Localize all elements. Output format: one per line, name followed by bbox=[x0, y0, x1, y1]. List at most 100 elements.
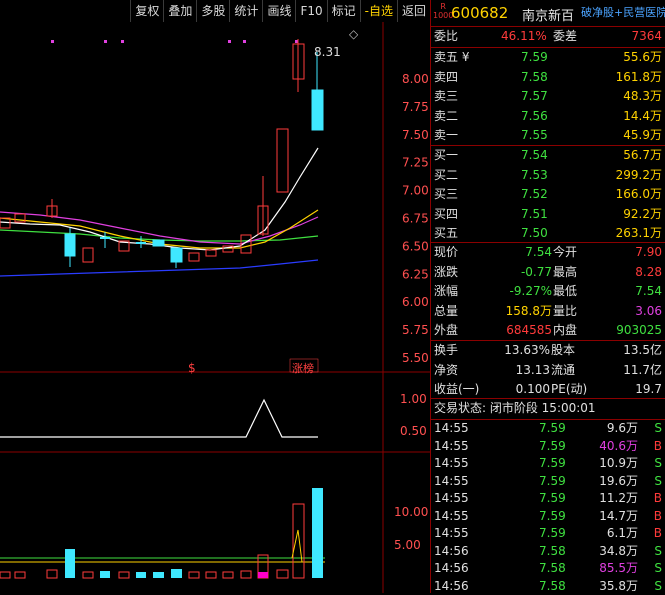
quote-value: 7.54 bbox=[635, 284, 662, 298]
toolbar-8[interactable]: 返回 bbox=[396, 0, 430, 22]
toolbar-4[interactable]: 画线 bbox=[262, 0, 295, 22]
tick-price: 7.58 bbox=[539, 578, 566, 593]
zhangbang-tag: 涨榜 bbox=[292, 361, 314, 375]
ask-row: 卖一 7.55 45.9万 bbox=[431, 126, 665, 145]
ask-price: 7.55 bbox=[521, 128, 548, 142]
price-tick: 7.75 bbox=[402, 100, 429, 114]
tick-side: S bbox=[654, 473, 662, 488]
tick-volume: 40.6万 bbox=[599, 438, 638, 453]
bid-volume: 92.2万 bbox=[623, 206, 662, 221]
toolbar-5[interactable]: F10 bbox=[295, 0, 326, 22]
bid-row: 买二 7.53 299.2万 bbox=[431, 166, 665, 185]
toolbar-0[interactable]: 复权 bbox=[130, 0, 163, 22]
tick-volume: 19.6万 bbox=[599, 473, 638, 488]
quote-row: 涨幅 -9.27% 最低 7.54 bbox=[431, 282, 665, 301]
tick-time: 14:55 bbox=[434, 491, 469, 505]
tick-time: 14:56 bbox=[434, 543, 469, 558]
bid-row: 买五 7.50 263.1万 bbox=[431, 224, 665, 243]
ask-volume: 55.6万 bbox=[623, 50, 662, 64]
price-tick: 6.00 bbox=[402, 295, 429, 309]
quote-label: 外盘 bbox=[434, 323, 459, 337]
tick-price: 7.59 bbox=[539, 456, 566, 470]
weicha-label: 委差 bbox=[553, 29, 578, 43]
price-tick: 5.50 bbox=[402, 351, 429, 365]
tick-time: 14:56 bbox=[434, 578, 469, 593]
candles bbox=[0, 39, 324, 268]
ask-label: 卖四 bbox=[434, 69, 459, 84]
tick-price: 7.59 bbox=[539, 526, 566, 540]
moving-averages bbox=[0, 147, 319, 277]
tick-price: 7.58 bbox=[539, 543, 566, 558]
tick-row: 14:56 7.58 34.8万 S bbox=[431, 543, 665, 560]
tick-side: B bbox=[653, 438, 662, 453]
toolbar-7[interactable]: -自选 bbox=[359, 0, 397, 22]
weicha-value: 7364 bbox=[631, 29, 662, 43]
bid-row: 买三 7.52 166.0万 bbox=[431, 185, 665, 204]
volume-bars bbox=[0, 488, 325, 579]
quote-row: 外盘 684585 内盘 903025 bbox=[431, 321, 665, 340]
quote-label: 现价 bbox=[434, 245, 459, 259]
volume-axis: 10.00 5.00 bbox=[394, 505, 428, 552]
stock-concept[interactable]: 破净股+民营医院 bbox=[581, 4, 665, 20]
tick-row: 14:55 7.59 6.1万 B bbox=[431, 525, 665, 542]
fund-value: 19.7 bbox=[635, 382, 662, 396]
quote-value: 7.90 bbox=[635, 245, 662, 259]
ask-row: 卖五 ¥ 7.59 55.6万 bbox=[431, 48, 665, 67]
ask-label: 卖五 ¥ bbox=[434, 50, 470, 64]
bid-label: 买三 bbox=[434, 187, 459, 201]
toolbar-3[interactable]: 统计 bbox=[229, 0, 262, 22]
quote-label: 总量 bbox=[434, 303, 459, 318]
quote-label: 内盘 bbox=[553, 323, 578, 337]
quote-panel: R 1000 600682 南京新百 破净股+民营医院 委比 46.11% 委差 73… bbox=[430, 0, 665, 593]
ask-label: 卖一 bbox=[434, 128, 459, 142]
tick-side: S bbox=[654, 561, 662, 575]
ask-price: 7.59 bbox=[521, 50, 548, 64]
price-tick: 7.00 bbox=[402, 184, 429, 198]
collapse-icon[interactable]: ◇ bbox=[349, 27, 359, 41]
ask-volume: 161.8万 bbox=[615, 69, 662, 84]
ask-label: 卖二 bbox=[434, 108, 459, 123]
quote-label: 最低 bbox=[553, 284, 578, 298]
indicator-tick: 1.00 bbox=[400, 392, 427, 406]
stock-code[interactable]: 600682 bbox=[451, 4, 508, 22]
tick-side: S bbox=[654, 578, 662, 593]
bid-volume: 56.7万 bbox=[623, 148, 662, 162]
quote-value: 7.54 bbox=[525, 245, 552, 259]
tick-volume: 14.7万 bbox=[599, 508, 638, 523]
signal-markers bbox=[51, 40, 298, 43]
high-price-label: 8.31 bbox=[314, 45, 341, 59]
volume-tick: 10.00 bbox=[394, 505, 428, 519]
tick-row: 14:55 7.59 14.7万 B bbox=[431, 508, 665, 525]
price-tick: 8.00 bbox=[402, 72, 429, 86]
trade-status-row: 交易状态: 闭市阶段 15:00:01 bbox=[431, 399, 665, 418]
trade-status: 交易状态: 闭市阶段 15:00:01 bbox=[434, 401, 596, 415]
tick-time: 14:55 bbox=[434, 473, 469, 488]
tick-time: 14:55 bbox=[434, 526, 469, 540]
bid-volume: 299.2万 bbox=[615, 167, 662, 182]
bid-label: 买四 bbox=[434, 206, 459, 221]
fund-label: 股本 bbox=[551, 343, 576, 357]
kline-chart[interactable]: 8.00 7.75 7.50 7.25 7.00 6.75 6.50 6.25 6.00 5.75… bbox=[0, 22, 430, 593]
bid-row: 买一 7.54 56.7万 bbox=[431, 146, 665, 165]
toolbar-2[interactable]: 多股 bbox=[196, 0, 229, 22]
tick-row: 14:55 7.59 40.6万 B bbox=[431, 438, 665, 455]
tick-row: 14:55 7.59 19.6万 S bbox=[431, 473, 665, 490]
fund-row: 换手 13.63% 股本 13.5亿 bbox=[431, 341, 665, 360]
weibi-value: 46.11% bbox=[501, 29, 547, 43]
tick-time: 14:55 bbox=[434, 456, 469, 470]
bid-price: 7.51 bbox=[521, 206, 548, 221]
tick-price: 7.59 bbox=[539, 421, 566, 435]
bid-volume: 263.1万 bbox=[615, 226, 662, 240]
bid-volume: 166.0万 bbox=[615, 187, 662, 201]
stock-name[interactable]: 南京新百 bbox=[522, 5, 574, 24]
toolbar-6[interactable]: 标记 bbox=[326, 0, 360, 22]
tick-row: 14:55 7.59 11.2万 B bbox=[431, 490, 665, 507]
bid-price: 7.54 bbox=[521, 148, 548, 162]
fund-value: 11.7亿 bbox=[623, 362, 662, 377]
quote-value: -0.77 bbox=[520, 264, 552, 279]
toolbar-1[interactable]: 叠加 bbox=[163, 0, 196, 22]
bid-label: 买二 bbox=[434, 167, 459, 182]
tick-volume: 85.5万 bbox=[599, 561, 638, 575]
tick-price: 7.59 bbox=[539, 438, 566, 453]
quote-value: -9.27% bbox=[509, 284, 552, 298]
